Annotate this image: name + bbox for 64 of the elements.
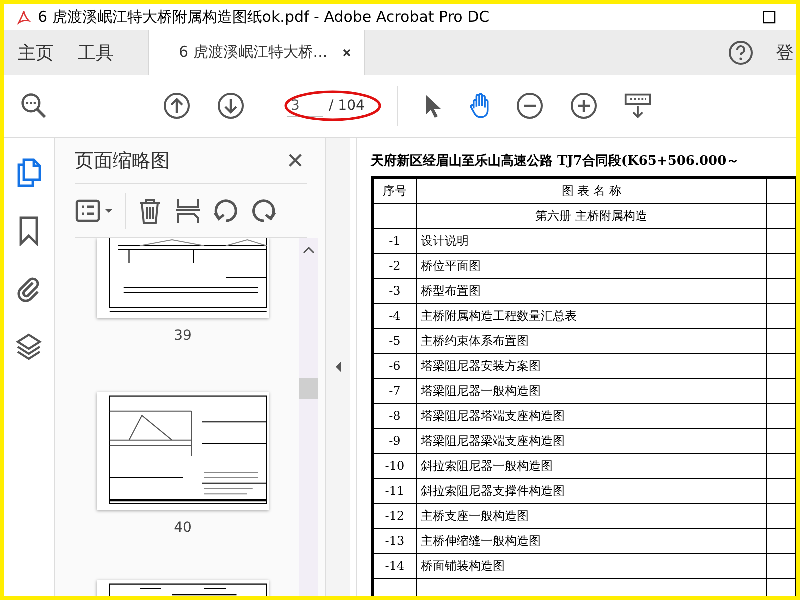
table-cell: 塔梁阻尼器塔端支座构造图 <box>416 404 767 428</box>
panel-title: 页面缩略图 <box>75 148 170 174</box>
scrollbar-thumb[interactable] <box>299 378 318 399</box>
table-cell: 主桥约束体系布置图 <box>416 328 767 354</box>
document-heading: 天府新区经眉山至乐山高速公路 TJ7合同段(K65+506.000～ <box>371 152 741 170</box>
account-label[interactable]: 登 <box>776 40 794 64</box>
table-cell: -4 <box>372 304 416 328</box>
table-cell: 塔梁阻尼器一般构造图 <box>416 378 767 404</box>
table-cell: 塔梁阻尼器安装方案图 <box>416 354 767 378</box>
table-cell: -9 <box>372 428 416 454</box>
zoom-in-icon[interactable] <box>570 92 598 120</box>
page-number-field[interactable]: 3 <box>287 96 323 116</box>
table-cell: 主桥伸缩缝一般构造图 <box>416 528 767 554</box>
rotate-left-icon[interactable] <box>212 196 240 224</box>
column-header: 图 表 名 称 <box>416 178 767 204</box>
table-cell: -10 <box>372 454 416 478</box>
table-cell: 主桥附属构造工程数量汇总表 <box>416 304 767 328</box>
table-cell: 斜拉索阻尼器支撑件构造图 <box>416 478 767 504</box>
table-cell: -14 <box>372 554 416 578</box>
table-cell: 设计说明 <box>416 228 767 254</box>
document-tab[interactable]: 6 虎渡溪岷江特大桥... <box>148 30 365 75</box>
table-cell: -3 <box>372 278 416 304</box>
table-cell: -8 <box>372 404 416 428</box>
section-title: 第六册 主桥附属构造 <box>416 204 767 228</box>
page-total: / 104 <box>329 98 365 114</box>
table-cell: -2 <box>372 254 416 278</box>
split-page-icon[interactable] <box>174 196 202 224</box>
help-icon[interactable] <box>728 40 754 66</box>
table-cell: 斜拉索阻尼器一般构造图 <box>416 454 767 478</box>
table-cell: -11 <box>372 478 416 504</box>
layers-icon[interactable] <box>16 332 42 362</box>
page-thumbnail[interactable] <box>97 392 269 510</box>
page-number-label: 39 <box>174 328 192 344</box>
arrow-up-icon[interactable] <box>163 92 191 120</box>
page-number-label: 40 <box>174 520 192 536</box>
page-thumbnail[interactable] <box>97 238 269 318</box>
nav-tab[interactable]: 主页 <box>6 30 66 75</box>
table-cell: 桥型布置图 <box>416 278 767 304</box>
table-cell: 桥位平面图 <box>416 254 767 278</box>
collapse-icon[interactable] <box>334 361 342 373</box>
close-icon[interactable] <box>342 48 352 58</box>
rotate-right-icon[interactable] <box>250 196 278 224</box>
nav-tab[interactable]: 工具 <box>66 30 126 75</box>
table-cell: -7 <box>372 378 416 404</box>
column-header: 序号 <box>372 178 416 204</box>
pages-icon[interactable] <box>16 158 42 188</box>
table-cell: 桥面铺装构造图 <box>416 554 767 578</box>
keyboard-icon[interactable] <box>624 92 652 120</box>
maximize-icon[interactable] <box>763 10 776 24</box>
close-icon[interactable] <box>288 153 303 168</box>
table-cell: -13 <box>372 528 416 554</box>
table-cell: -1 <box>372 228 416 254</box>
arrow-down-icon[interactable] <box>217 92 245 120</box>
search-icon[interactable] <box>20 92 48 120</box>
table-cell: -6 <box>372 354 416 378</box>
table-cell: 主桥支座一般构造图 <box>416 504 767 528</box>
table-cell: 塔梁阻尼器梁端支座构造图 <box>416 428 767 454</box>
app-logo-icon <box>16 9 32 25</box>
window-title: 6 虎渡溪岷江特大桥附属构造图纸ok.pdf - Adobe Acrobat Pro DC <box>38 8 490 26</box>
page-thumbnail[interactable] <box>97 580 269 596</box>
zoom-out-icon[interactable] <box>516 92 544 120</box>
table-cell: -12 <box>372 504 416 528</box>
table-cell: -5 <box>372 328 416 354</box>
scroll-up-icon[interactable] <box>302 246 314 254</box>
